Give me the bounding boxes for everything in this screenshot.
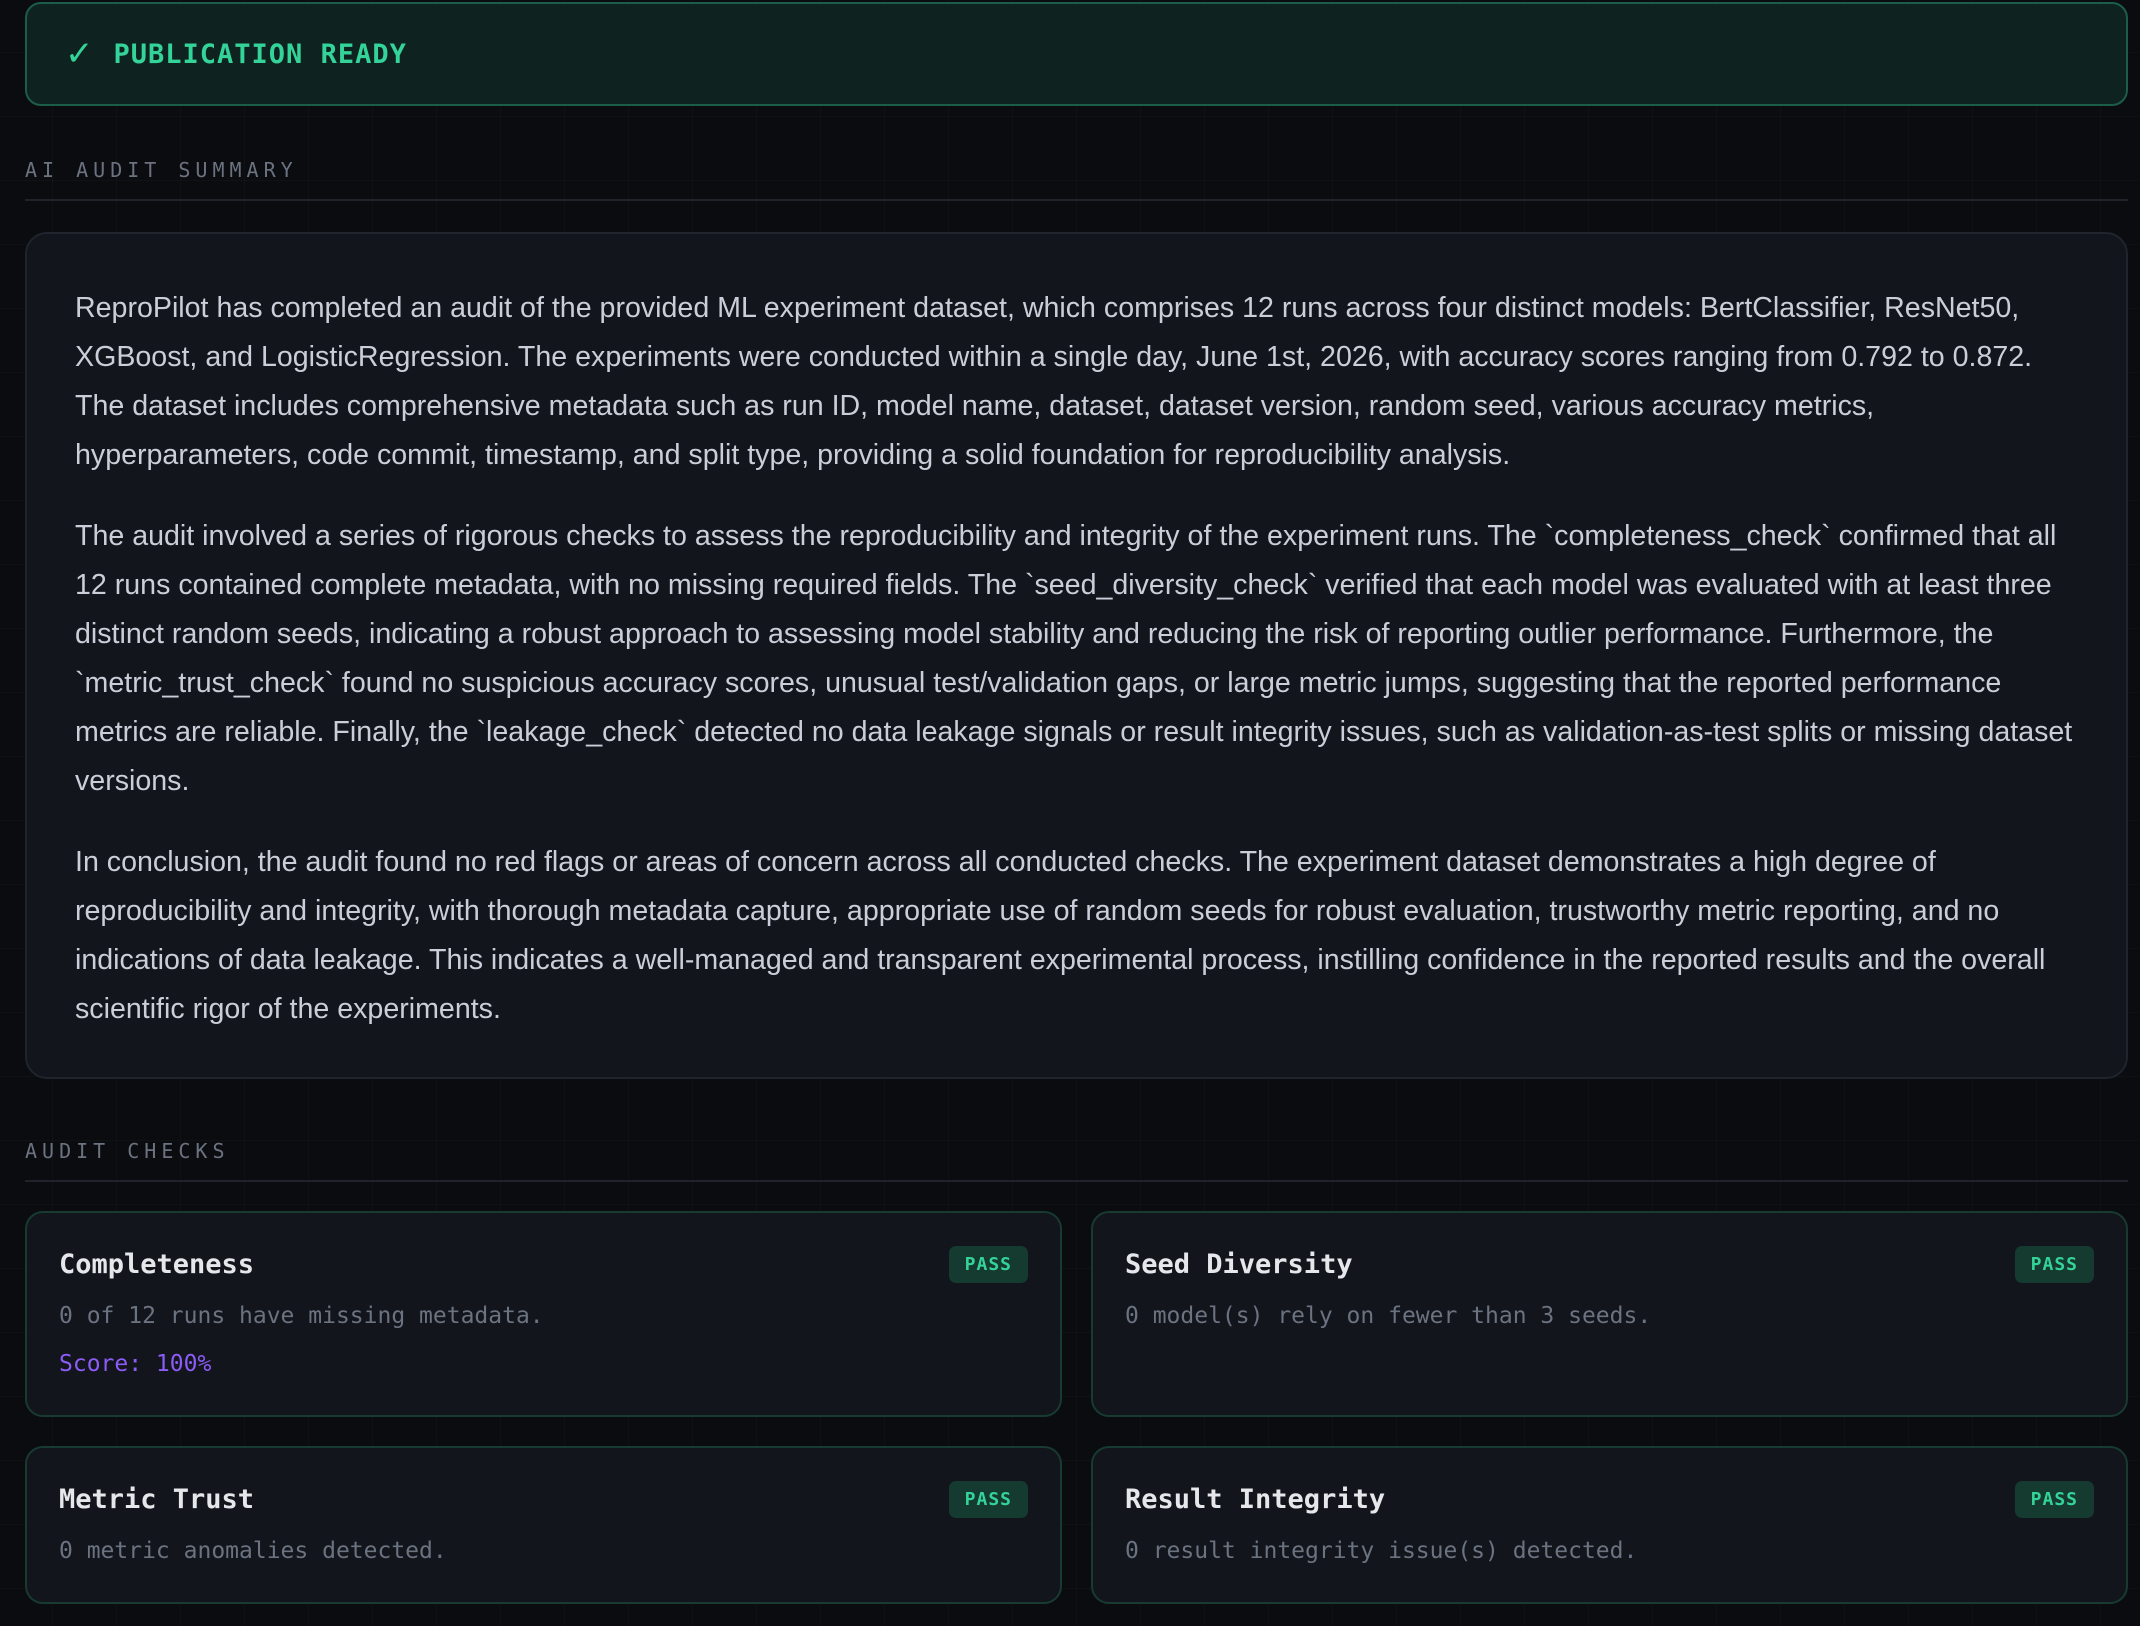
summary-paragraph: ReproPilot has completed an audit of the… xyxy=(75,292,2033,471)
check-name: Metric Trust xyxy=(59,1484,255,1515)
pass-badge: PASS xyxy=(948,1246,1028,1283)
summary-paragraph: In conclusion, the audit found no red fl… xyxy=(75,846,2046,1025)
check-score: Score: 100% xyxy=(59,1351,212,1377)
pass-badge: PASS xyxy=(948,1481,1028,1518)
summary-paragraph: The audit involved a series of rigorous … xyxy=(75,520,2073,797)
check-card-seed-diversity: Seed Diversity PASS 0 model(s) rely on f… xyxy=(1091,1211,2128,1417)
check-description: 0 result integrity issue(s) detected. xyxy=(1125,1538,1638,1564)
check-icon: ✓ xyxy=(65,34,94,74)
pass-badge: PASS xyxy=(2014,1246,2094,1283)
check-card-result-integrity: Result Integrity PASS 0 result integrity… xyxy=(1091,1446,2128,1604)
check-card-metric-trust: Metric Trust PASS 0 metric anomalies det… xyxy=(25,1446,1062,1604)
publication-ready-banner: ✓ PUBLICATION READY xyxy=(25,2,2128,106)
section-title-audit-checks: AUDIT CHECKS xyxy=(25,1139,230,1163)
check-name: Completeness xyxy=(59,1249,255,1280)
check-description: 0 of 12 runs have missing metadata. xyxy=(59,1303,544,1329)
section-divider xyxy=(25,1180,2128,1182)
banner-label: PUBLICATION READY xyxy=(113,38,407,70)
check-name: Seed Diversity xyxy=(1125,1249,1353,1280)
check-description: 0 model(s) rely on fewer than 3 seeds. xyxy=(1125,1303,1652,1329)
section-divider xyxy=(25,199,2128,201)
section-title-ai-audit-summary: AI AUDIT SUMMARY xyxy=(25,158,298,182)
check-description: 0 metric anomalies detected. xyxy=(59,1538,447,1564)
pass-badge: PASS xyxy=(2014,1481,2094,1518)
audit-summary-card: ReproPilot has completed an audit of the… xyxy=(25,232,2128,1079)
check-name: Result Integrity xyxy=(1125,1484,1386,1515)
check-card-completeness: Completeness PASS 0 of 12 runs have miss… xyxy=(25,1211,1062,1417)
